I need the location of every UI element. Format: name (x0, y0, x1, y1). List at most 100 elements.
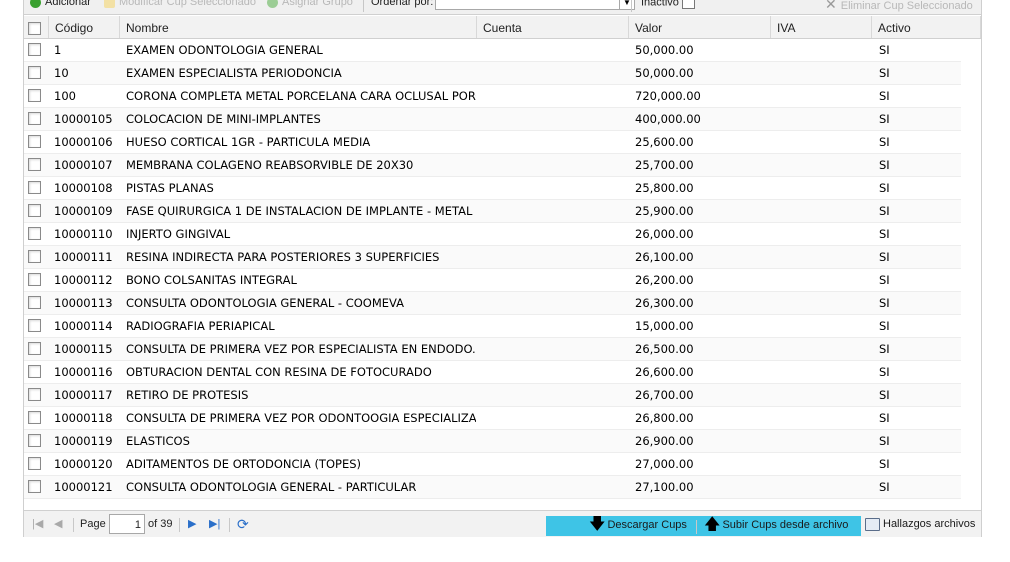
page-number-input[interactable]: 1 (109, 514, 145, 535)
cell-active: SI (879, 480, 890, 494)
table-row[interactable]: 10000114 RADIOGRAFIA PERIAPICAL 15,000.00 S… (24, 315, 961, 338)
table-row[interactable]: 10000113 CONSULTA ODONTOLOGIA GENERAL - C… (24, 292, 961, 315)
column-header-iva[interactable]: IVA (771, 16, 872, 38)
cell-active: SI (879, 457, 890, 471)
row-checkbox[interactable] (28, 250, 41, 266)
checkbox[interactable] (28, 365, 41, 378)
row-checkbox[interactable] (28, 204, 41, 220)
table-row[interactable]: 10000120 ADITAMENTOS DE ORTODONCIA (TOPES… (24, 453, 961, 476)
row-checkbox[interactable] (28, 273, 41, 289)
row-checkbox[interactable] (28, 434, 41, 450)
findings-files-button[interactable]: Hallazgos archivos (865, 515, 975, 535)
table-row[interactable]: 10 EXAMEN ESPECIALISTA PERIODONCIA 50,000.… (24, 62, 961, 85)
cell-value: 25,900.00 (635, 204, 694, 218)
cell-name: COLOCACION DE MINI-IMPLANTES (126, 112, 321, 126)
checkbox[interactable] (28, 296, 41, 309)
checkbox[interactable] (28, 457, 41, 470)
upload-cups-button[interactable]: 🡅 Subir Cups desde archivo (704, 516, 848, 536)
table-row[interactable]: 10000111 RESINA INDIRECTA PARA POSTERIORE… (24, 246, 961, 269)
table-row[interactable]: 10000117 RETIRO DE PROTESIS 26,700.00 SI (24, 384, 961, 407)
add-button[interactable]: Adicionar (30, 0, 91, 8)
table-row[interactable]: 10000116 OBTURACION DENTAL CON RESINA DE … (24, 361, 961, 384)
checkbox[interactable] (28, 204, 41, 217)
column-header-active[interactable]: Activo (872, 16, 981, 38)
checkbox[interactable] (28, 66, 41, 79)
row-checkbox[interactable] (28, 480, 41, 496)
download-cups-button[interactable]: 🡇 Descargar Cups (589, 516, 687, 536)
cell-active: SI (879, 250, 890, 264)
cell-code: 10000114 (54, 319, 113, 333)
delete-cup-button[interactable]: ✕ Eliminar Cup Seleccionado (825, 0, 973, 13)
row-checkbox[interactable] (28, 66, 41, 82)
row-checkbox[interactable] (28, 112, 41, 128)
checkbox[interactable] (28, 480, 41, 493)
cell-value: 15,000.00 (635, 319, 694, 333)
next-page-icon[interactable]: ▶ (188, 511, 196, 537)
checkbox[interactable] (28, 250, 41, 263)
first-page-icon[interactable]: |◀ (32, 511, 43, 537)
row-checkbox[interactable] (28, 158, 41, 174)
add-button-label: Adicionar (45, 0, 91, 8)
order-by-select[interactable]: ▼ (435, 0, 635, 10)
row-checkbox[interactable] (28, 388, 41, 404)
checkbox[interactable] (28, 319, 41, 332)
row-checkbox[interactable] (28, 43, 41, 59)
column-header-value[interactable]: Valor (629, 16, 771, 38)
table-row[interactable]: 10000105 COLOCACION DE MINI-IMPLANTES 400,… (24, 108, 961, 131)
table-row[interactable]: 10000119 ELASTICOS 26,900.00 SI (24, 430, 961, 453)
row-checkbox[interactable] (28, 342, 41, 358)
row-checkbox[interactable] (28, 227, 41, 243)
row-checkbox[interactable] (28, 457, 41, 473)
row-checkbox[interactable] (28, 365, 41, 381)
column-header-account[interactable]: Cuenta (477, 16, 629, 38)
inactive-filter[interactable]: Inactivo (641, 0, 695, 9)
checkbox[interactable] (28, 411, 41, 424)
checkbox[interactable] (28, 135, 41, 148)
column-header-code[interactable]: Código (49, 16, 120, 38)
checkbox[interactable] (28, 342, 41, 355)
prev-page-icon[interactable]: ◀ (54, 511, 62, 537)
cell-name: BONO COLSANITAS INTEGRAL (126, 273, 297, 287)
checkbox[interactable] (28, 89, 41, 102)
assign-group-button[interactable]: Asignar Grupo (267, 0, 353, 8)
table-row[interactable]: 100 CORONA COMPLETA METAL PORCELANA CARA … (24, 85, 961, 108)
table-row[interactable]: 10000121 CONSULTA ODONTOLOGIA GENERAL - P… (24, 476, 961, 499)
table-row[interactable]: 10000115 CONSULTA DE PRIMERA VEZ POR ESPE… (24, 338, 961, 361)
checkbox[interactable] (28, 112, 41, 125)
row-checkbox[interactable] (28, 319, 41, 335)
cell-code: 10000110 (54, 227, 113, 241)
table-row[interactable]: 10000106 HUESO CORTICAL 1GR - PARTICULA M… (24, 131, 961, 154)
checkbox[interactable] (28, 158, 41, 171)
cell-code: 10000108 (54, 181, 113, 195)
checkbox[interactable] (28, 273, 41, 286)
row-checkbox[interactable] (28, 181, 41, 197)
table-row[interactable]: 10000107 MEMBRANA COLAGENO REABSORVIBLE D… (24, 154, 961, 177)
row-checkbox[interactable] (28, 89, 41, 105)
checkbox[interactable] (28, 227, 41, 240)
cell-code: 10000105 (54, 112, 113, 126)
column-header-name[interactable]: Nombre (120, 16, 477, 38)
checkbox[interactable] (28, 43, 41, 56)
toolbar-divider (631, 0, 632, 12)
cell-active: SI (879, 319, 890, 333)
table-row[interactable]: 10000108 PISTAS PLANAS 25,800.00 SI (24, 177, 961, 200)
cell-name: FASE QUIRURGICA 1 DE INSTALACION DE IMPL… (126, 204, 476, 218)
checkbox[interactable] (28, 434, 41, 447)
inactive-checkbox[interactable] (681, 0, 695, 9)
table-row[interactable]: 10000118 CONSULTA DE PRIMERA VEZ POR ODON… (24, 407, 961, 430)
modify-cup-button[interactable]: Modificar Cup Seleccionado (104, 0, 256, 8)
arrow-down-icon: 🡇 (589, 516, 606, 534)
last-page-icon[interactable]: ▶| (209, 511, 220, 537)
table-row[interactable]: 10000110 INJERTO GINGIVAL 26,000.00 SI (24, 223, 961, 246)
refresh-icon[interactable]: ⟳ (237, 511, 249, 537)
checkbox[interactable] (28, 181, 41, 194)
cell-value: 25,600.00 (635, 135, 694, 149)
checkbox[interactable] (28, 388, 41, 401)
select-all-checkbox[interactable] (28, 22, 41, 36)
row-checkbox[interactable] (28, 296, 41, 312)
table-row[interactable]: 10000112 BONO COLSANITAS INTEGRAL 26,200.0… (24, 269, 961, 292)
table-row[interactable]: 10000109 FASE QUIRURGICA 1 DE INSTALACION… (24, 200, 961, 223)
row-checkbox[interactable] (28, 135, 41, 151)
table-row[interactable]: 1 EXAMEN ODONTOLOGIA GENERAL 50,000.00 SI (24, 39, 961, 62)
row-checkbox[interactable] (28, 411, 41, 427)
